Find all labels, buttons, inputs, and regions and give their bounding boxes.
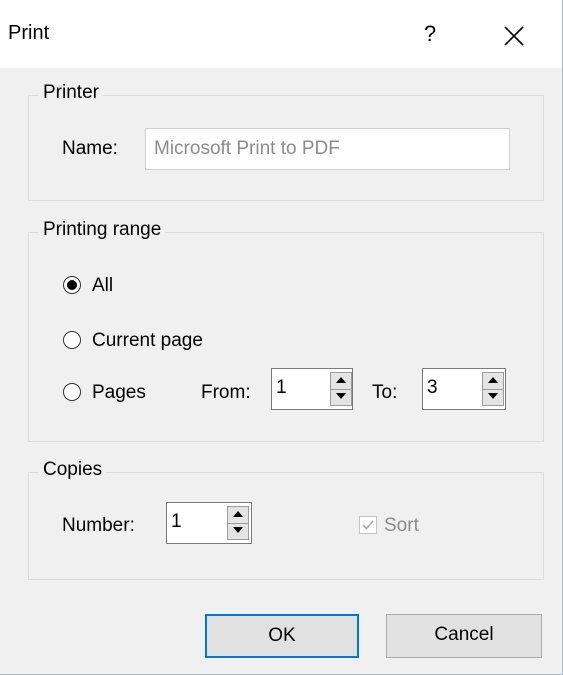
ok-button[interactable]: OK [205, 614, 359, 658]
from-spinner-down[interactable] [331, 389, 351, 405]
close-icon [504, 26, 524, 46]
radio-all-label[interactable]: All [92, 275, 113, 297]
copies-group-label: Copies [39, 459, 107, 481]
printer-name-value: Microsoft Print to PDF [154, 138, 340, 159]
radio-current-page-label[interactable]: Current page [92, 330, 203, 352]
sort-label: Sort [384, 515, 419, 536]
radio-pages[interactable] [63, 383, 81, 401]
from-label: From: [201, 382, 251, 403]
arrow-up-icon [336, 377, 346, 383]
printer-name-field[interactable]: Microsoft Print to PDF [145, 128, 510, 170]
printer-name-label: Name: [62, 138, 118, 159]
radio-all[interactable] [63, 276, 81, 294]
arrow-up-icon [233, 511, 243, 517]
from-spinner[interactable] [330, 372, 352, 406]
copies-number-label: Number: [62, 515, 135, 536]
to-label: To: [372, 382, 398, 403]
sort-checkbox[interactable] [359, 516, 377, 534]
radio-current-page[interactable] [63, 331, 81, 349]
dialog-title: Print [8, 22, 50, 44]
to-spinner[interactable] [482, 372, 504, 406]
from-spinner-up[interactable] [331, 373, 351, 390]
title-bar: Print ? [0, 0, 562, 68]
radio-selected-dot [67, 280, 77, 290]
copies-spinner-down[interactable] [228, 523, 248, 539]
from-value: 1 [276, 377, 287, 398]
cancel-button[interactable]: Cancel [386, 614, 542, 658]
help-icon: ? [423, 21, 437, 46]
arrow-up-icon [488, 377, 498, 383]
copies-spinner[interactable] [227, 506, 249, 540]
copies-number-value: 1 [171, 511, 182, 532]
checkmark-icon [362, 520, 374, 530]
close-button[interactable] [494, 18, 534, 54]
arrow-down-icon [233, 527, 243, 533]
to-spinner-down[interactable] [483, 389, 503, 405]
copies-spinner-up[interactable] [228, 507, 248, 524]
printer-group-label: Printer [39, 82, 103, 104]
arrow-down-icon [488, 393, 498, 399]
to-spinner-up[interactable] [483, 373, 503, 390]
help-button[interactable]: ? [408, 14, 452, 54]
print-dialog: Print ? Printer Name: Microsoft Print to… [0, 0, 563, 675]
arrow-down-icon [336, 393, 346, 399]
to-value: 3 [427, 377, 438, 398]
radio-pages-label[interactable]: Pages [92, 382, 146, 404]
printing-range-group-label: Printing range [39, 219, 166, 241]
